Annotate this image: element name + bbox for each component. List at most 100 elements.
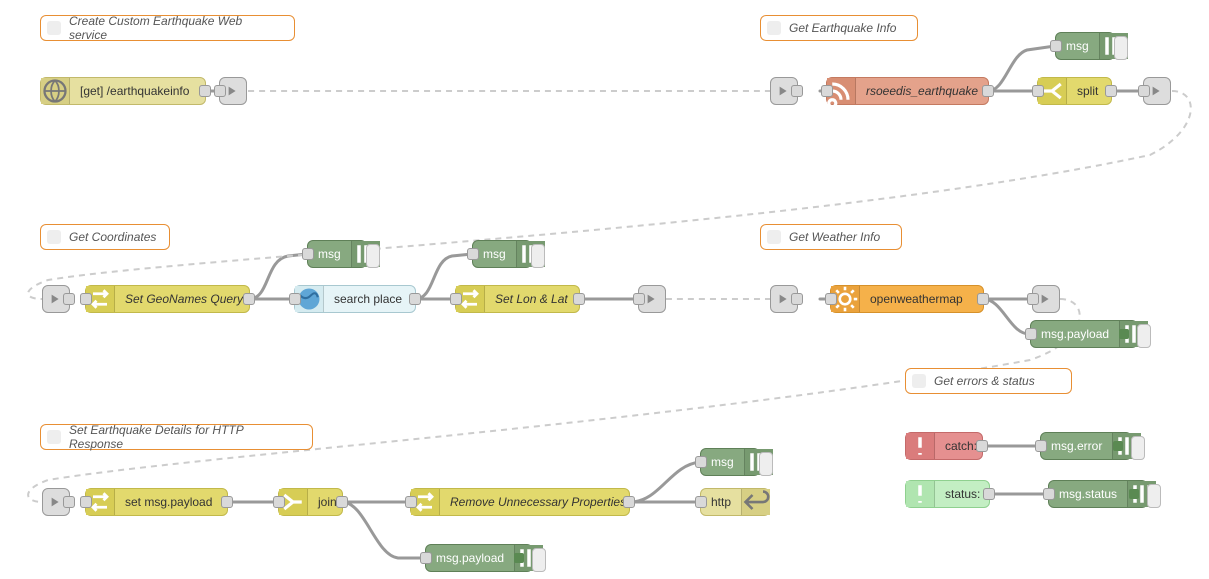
input-port[interactable] xyxy=(467,248,479,260)
output-port[interactable] xyxy=(63,293,75,305)
input-port[interactable] xyxy=(695,456,707,468)
node-label: msg xyxy=(473,247,516,261)
input-port[interactable] xyxy=(695,496,707,508)
node-label: msg.payload xyxy=(1031,327,1119,341)
comment-get-errors[interactable]: Get errors & status xyxy=(905,368,1072,394)
input-port[interactable] xyxy=(1138,85,1150,97)
input-port[interactable] xyxy=(273,496,285,508)
input-port[interactable] xyxy=(1035,440,1047,452)
node-label: Set GeoNames Query xyxy=(115,292,253,306)
input-port[interactable] xyxy=(1043,488,1055,500)
input-port[interactable] xyxy=(450,293,462,305)
debug-toggle-button[interactable] xyxy=(1131,436,1145,460)
output-port[interactable] xyxy=(243,293,255,305)
node-label: openweathermap xyxy=(860,292,983,306)
input-port[interactable] xyxy=(289,293,301,305)
comment-text: Get Weather Info xyxy=(789,230,880,244)
output-port[interactable] xyxy=(409,293,421,305)
alert-icon xyxy=(906,433,935,459)
split-node[interactable]: split xyxy=(1037,77,1112,105)
change-node-set-geo[interactable]: Set GeoNames Query xyxy=(85,285,250,313)
node-label: set msg.payload xyxy=(115,495,227,509)
debug-toggle-button[interactable] xyxy=(759,452,773,476)
change-node-set-lonlat[interactable]: Set Lon & Lat xyxy=(455,285,580,313)
link-out-node[interactable] xyxy=(219,77,247,105)
comment-icon xyxy=(912,374,926,388)
debug-node[interactable]: msg xyxy=(307,240,367,268)
output-port[interactable] xyxy=(573,293,585,305)
output-port[interactable] xyxy=(199,85,211,97)
status-dot-icon xyxy=(1129,489,1139,499)
input-port[interactable] xyxy=(80,293,92,305)
input-port[interactable] xyxy=(1050,40,1062,52)
comment-icon xyxy=(47,430,61,444)
change-node-remove-props[interactable]: Remove Unnecessary Properties xyxy=(410,488,630,516)
link-in-node[interactable] xyxy=(770,77,798,105)
comment-create[interactable]: Create Custom Earthquake Web service xyxy=(40,15,295,41)
input-port[interactable] xyxy=(821,85,833,97)
output-port[interactable] xyxy=(791,85,803,97)
feedparse-node[interactable]: rsoeedis_earthquake xyxy=(826,77,989,105)
node-label: msg xyxy=(1056,39,1099,53)
input-port[interactable] xyxy=(1025,328,1037,340)
comment-get-info[interactable]: Get Earthquake Info xyxy=(760,15,918,41)
debug-node[interactable]: msg xyxy=(472,240,532,268)
input-port[interactable] xyxy=(825,293,837,305)
link-in-node[interactable] xyxy=(770,285,798,313)
output-port[interactable] xyxy=(977,293,989,305)
debug-toggle-button[interactable] xyxy=(532,548,546,572)
input-port[interactable] xyxy=(302,248,314,260)
link-out-node[interactable] xyxy=(1032,285,1060,313)
input-port[interactable] xyxy=(214,85,226,97)
comment-set-details[interactable]: Set Earthquake Details for HTTP Response xyxy=(40,424,313,450)
comment-icon xyxy=(47,230,61,244)
debug-toggle-button[interactable] xyxy=(366,244,380,268)
debug-node[interactable]: msg.status xyxy=(1048,480,1148,508)
status-dot-icon xyxy=(1119,329,1129,339)
output-port[interactable] xyxy=(63,496,75,508)
http-response-node[interactable]: http xyxy=(700,488,770,516)
debug-node[interactable]: msg xyxy=(700,448,760,476)
output-port[interactable] xyxy=(336,496,348,508)
input-port[interactable] xyxy=(1032,85,1044,97)
change-node-set-payload[interactable]: set msg.payload xyxy=(85,488,228,516)
geonames-search-node[interactable]: search place xyxy=(294,285,416,313)
debug-node[interactable]: msg.error xyxy=(1040,432,1132,460)
output-port[interactable] xyxy=(976,440,988,452)
comment-icon xyxy=(767,230,781,244)
debug-toggle-button[interactable] xyxy=(1147,484,1161,508)
input-port[interactable] xyxy=(80,496,92,508)
output-port[interactable] xyxy=(623,496,635,508)
output-port[interactable] xyxy=(221,496,233,508)
debug-toggle-button[interactable] xyxy=(1137,324,1151,348)
output-port[interactable] xyxy=(983,488,995,500)
debug-node[interactable]: msg.payload xyxy=(425,544,533,572)
comment-get-weather[interactable]: Get Weather Info xyxy=(760,224,902,250)
link-in-node[interactable] xyxy=(42,285,70,313)
comment-icon xyxy=(47,21,61,35)
node-label: msg xyxy=(308,247,351,261)
debug-toggle-button[interactable] xyxy=(531,244,545,268)
output-port[interactable] xyxy=(1105,85,1117,97)
link-in-node[interactable] xyxy=(42,488,70,516)
node-label: Set Lon & Lat xyxy=(485,292,579,306)
input-port[interactable] xyxy=(633,293,645,305)
status-node[interactable]: status: 1 xyxy=(905,480,990,508)
input-port[interactable] xyxy=(1027,293,1039,305)
debug-toggle-button[interactable] xyxy=(1114,36,1128,60)
comment-text: Get Earthquake Info xyxy=(789,21,896,35)
http-in-node[interactable]: [get] /earthquakeinfo xyxy=(40,77,206,105)
join-node[interactable]: join xyxy=(278,488,343,516)
input-port[interactable] xyxy=(420,552,432,564)
output-port[interactable] xyxy=(791,293,803,305)
link-out-node[interactable] xyxy=(638,285,666,313)
comment-icon xyxy=(767,21,781,35)
openweathermap-node[interactable]: openweathermap xyxy=(830,285,984,313)
output-port[interactable] xyxy=(982,85,994,97)
catch-node[interactable]: catch: 1 xyxy=(905,432,983,460)
debug-node[interactable]: msg xyxy=(1055,32,1115,60)
debug-node[interactable]: msg.payload xyxy=(1030,320,1138,348)
input-port[interactable] xyxy=(405,496,417,508)
comment-get-coords[interactable]: Get Coordinates xyxy=(40,224,170,250)
link-out-node[interactable] xyxy=(1143,77,1171,105)
